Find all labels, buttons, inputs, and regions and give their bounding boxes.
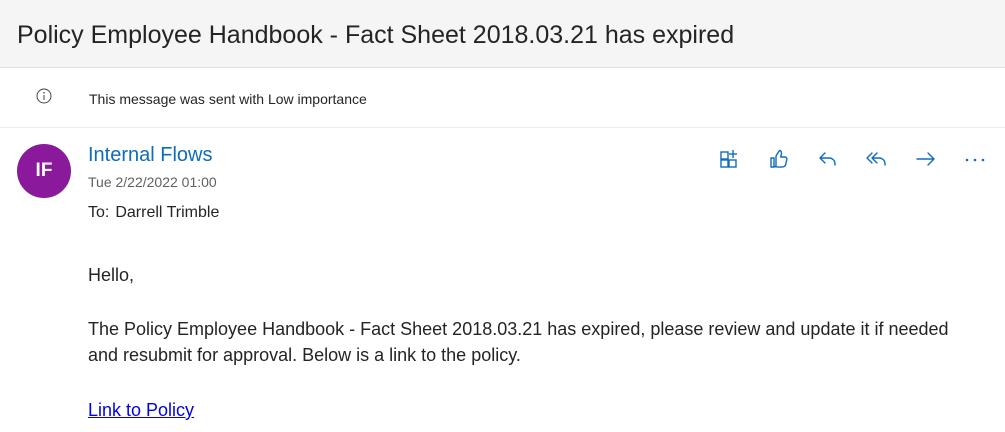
email-body-paragraph: The Policy Employee Handbook - Fact Shee… xyxy=(88,319,949,365)
reply-all-icon xyxy=(865,147,889,176)
like-button[interactable] xyxy=(767,147,816,175)
message-date: Tue 2/22/2022 01:00 xyxy=(88,174,217,190)
recipient-name[interactable]: Darrell Trimble xyxy=(115,204,219,221)
forward-button[interactable] xyxy=(914,147,963,175)
recipient-line: To: Darrell Trimble xyxy=(88,202,219,224)
reply-all-button[interactable] xyxy=(865,147,914,175)
email-greeting: Hello, xyxy=(88,265,135,285)
to-label: To: xyxy=(88,204,110,221)
avatar[interactable]: IF xyxy=(17,144,71,198)
more-icon xyxy=(963,147,987,176)
apps-add-icon xyxy=(718,147,742,176)
apps-add-button[interactable] xyxy=(718,147,767,175)
reply-icon xyxy=(816,147,840,176)
more-actions-button[interactable] xyxy=(963,147,1005,175)
importance-banner: This message was sent with Low importanc… xyxy=(0,68,1005,128)
message-actions-toolbar xyxy=(718,147,1005,175)
like-icon xyxy=(767,147,791,176)
importance-text: This message was sent with Low importanc… xyxy=(89,91,367,107)
sender-name[interactable]: Internal Flows xyxy=(88,142,213,168)
policy-link[interactable]: Link to Policy xyxy=(88,397,194,423)
message-subject: Policy Employee Handbook - Fact Sheet 20… xyxy=(17,21,735,49)
forward-icon xyxy=(914,147,938,176)
subject-bar: Policy Employee Handbook - Fact Sheet 20… xyxy=(0,0,1005,68)
reply-button[interactable] xyxy=(816,147,865,175)
info-icon xyxy=(36,88,52,104)
